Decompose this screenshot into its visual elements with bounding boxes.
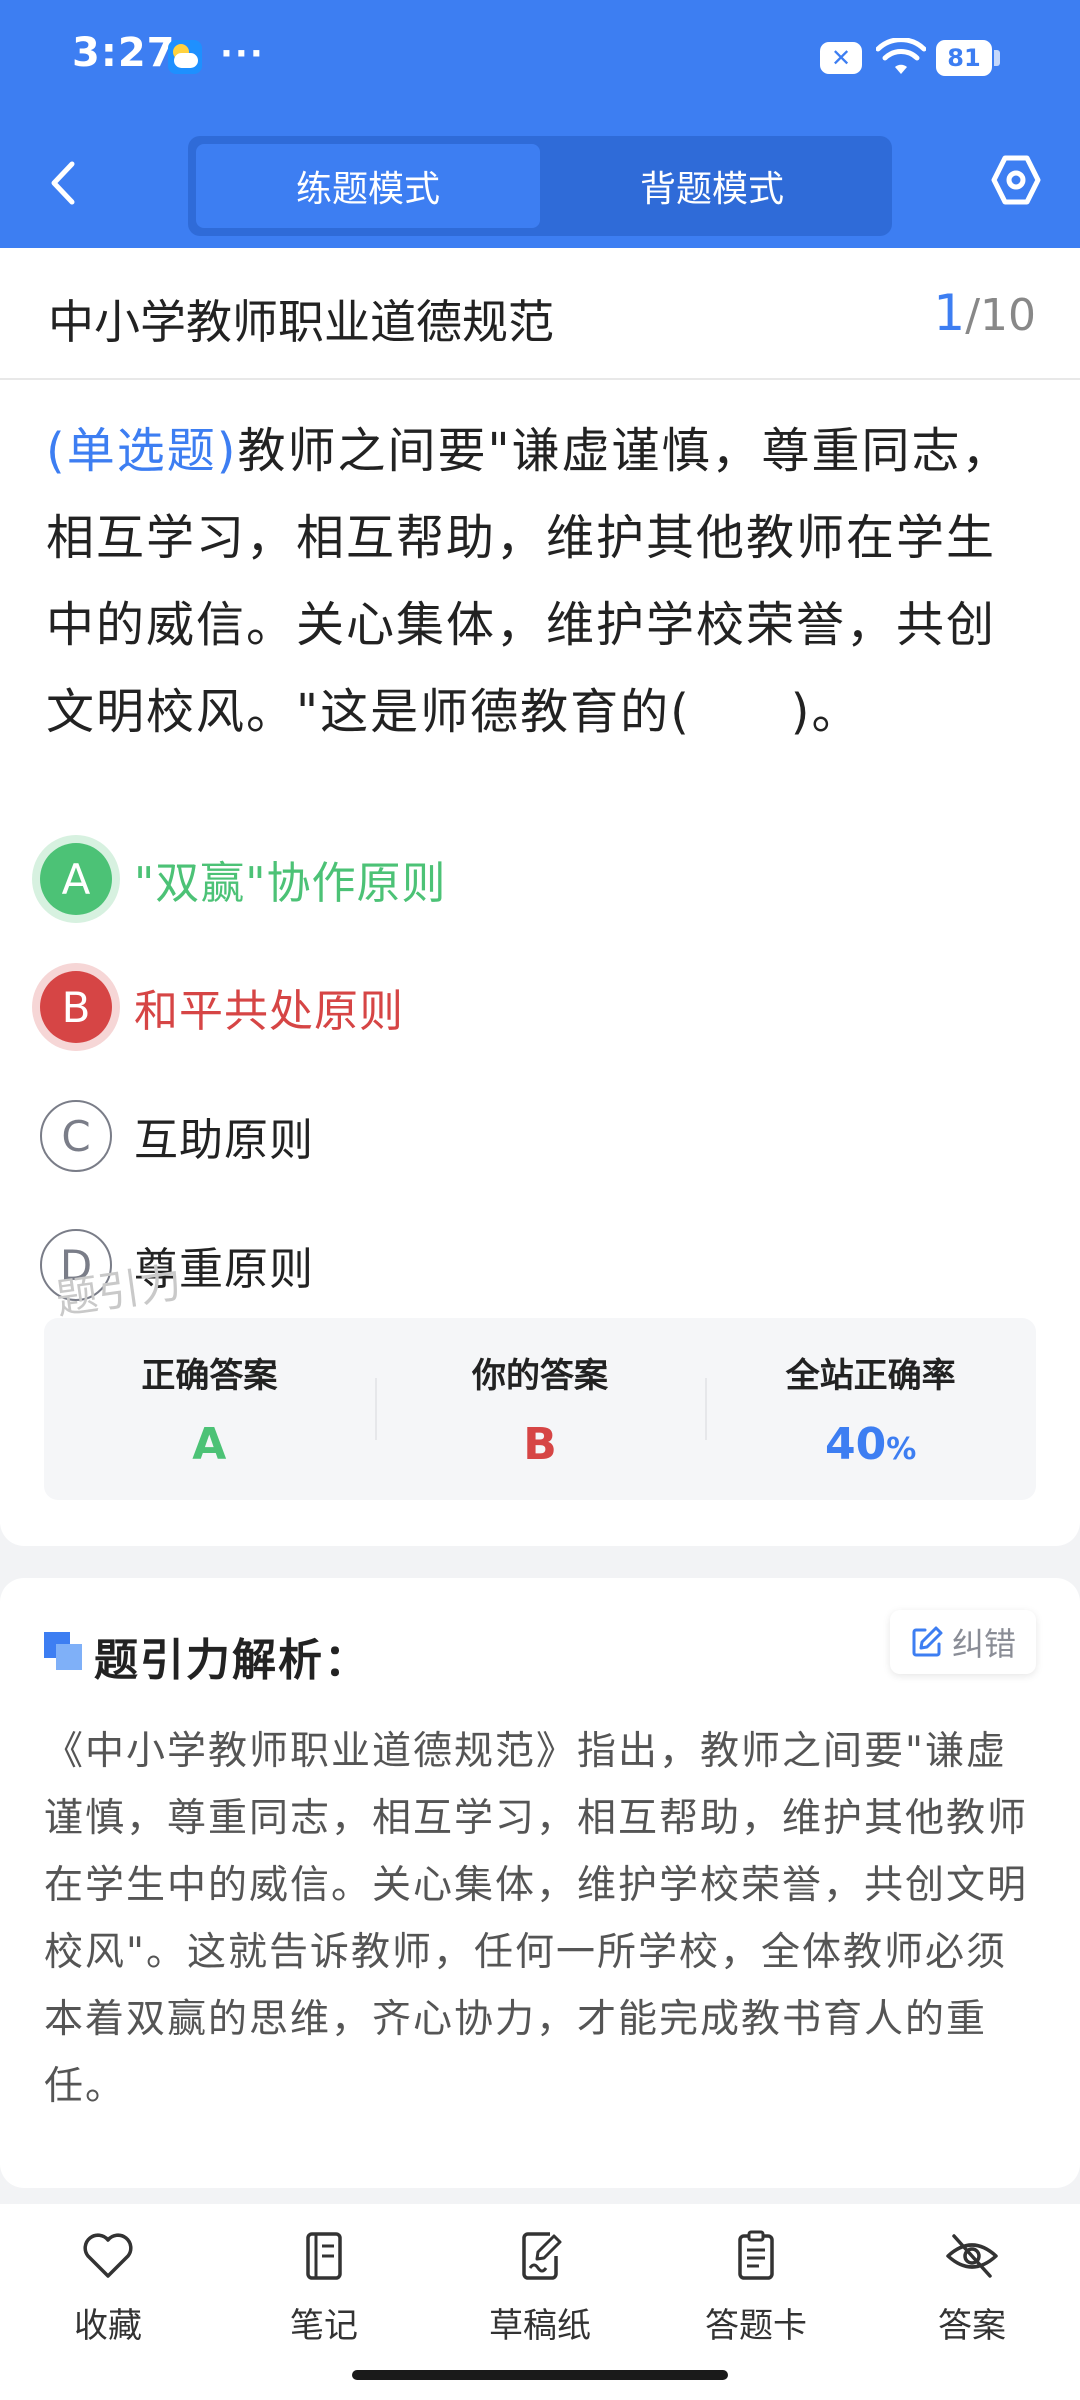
battery-icon: 81	[936, 40, 992, 76]
subject-title: 中小学教师职业道德规范	[48, 295, 554, 349]
wifi-icon	[876, 38, 926, 74]
tab-practice-mode[interactable]: 练题模式	[196, 144, 540, 228]
question-progress: 1/10	[933, 284, 1036, 342]
answer-toggle-button[interactable]: 答案	[864, 2204, 1080, 2400]
option-d[interactable]: D 尊重原则	[40, 1220, 1040, 1310]
subject-row: 中小学教师职业道德规范 1/10	[0, 248, 1080, 380]
option-label: "双赢"协作原则	[134, 858, 447, 909]
edit-icon	[912, 1626, 943, 1657]
draft-icon	[522, 2232, 562, 2280]
quiz-page: 3:27 ··· ✕ 81 练题模式 背题模式 中小学教师职业道德规范 1/10…	[0, 0, 1080, 2400]
tab-memorize-mode[interactable]: 背题模式	[540, 144, 884, 228]
favorite-button[interactable]: 收藏	[0, 2204, 216, 2400]
mode-switch: 练题模式 背题模式	[188, 136, 892, 236]
top-bar: 3:27 ··· ✕ 81 练题模式 背题模式	[0, 0, 1080, 248]
settings-icon[interactable]	[988, 152, 1044, 208]
no-sim-icon: ✕	[820, 42, 862, 74]
option-label: 和平共处原则	[134, 986, 404, 1037]
option-a[interactable]: A "双赢"协作原则	[40, 834, 1040, 924]
option-letter: A	[40, 843, 112, 915]
rate-unit: %	[886, 1432, 917, 1467]
correct-answer-label: 正确答案	[141, 1356, 278, 1396]
battery-tip	[994, 50, 1000, 66]
report-error-button[interactable]: 纠错	[889, 1610, 1036, 1674]
question-text: (单选题)教师之间要"谦虚谨慎，尊重同志，相互学习，相互帮助，维护其他教师在学生…	[46, 408, 1036, 756]
current-question-number: 1	[933, 284, 966, 342]
your-answer-label: 你的答案	[472, 1356, 608, 1396]
correct-answer-column: 正确答案 A	[44, 1318, 375, 1500]
rate-number: 40	[825, 1419, 887, 1470]
weather-icon	[168, 40, 202, 74]
home-indicator[interactable]	[352, 2370, 728, 2380]
favorite-label: 收藏	[74, 2306, 142, 2346]
analysis-title: 题引力解析：	[94, 1635, 370, 1686]
heart-icon	[83, 2233, 133, 2278]
draft-paper-label: 草稿纸	[489, 2306, 591, 2346]
option-b[interactable]: B 和平共处原则	[40, 962, 1040, 1052]
question-type: (单选题)	[46, 423, 238, 479]
accuracy-rate-value: 40%	[825, 1419, 916, 1470]
accuracy-rate-column: 全站正确率 40%	[705, 1318, 1036, 1500]
your-answer-value: B	[523, 1419, 557, 1470]
option-letter: B	[40, 971, 112, 1043]
back-icon[interactable]	[44, 158, 84, 208]
your-answer-column: 你的答案 B	[374, 1318, 706, 1500]
answer-toggle-label: 答案	[938, 2306, 1006, 2346]
analysis-body: 《中小学教师职业道德规范》指出，教师之间要"谦虚谨慎，尊重同志，相互学习，相互帮…	[44, 1729, 1029, 2109]
question-card: 中小学教师职业道德规范 1/10 (单选题)教师之间要"谦虚谨慎，尊重同志，相互…	[0, 248, 1080, 1546]
more-notifications-icon: ···	[220, 34, 265, 74]
answer-sheet-label: 答题卡	[705, 2306, 807, 2346]
total-questions: /10	[965, 290, 1036, 341]
analysis-card: 题引力解析： 纠错 《中小学教师职业道德规范》指出，教师之间要"谦虚谨慎，尊重同…	[0, 1578, 1080, 2188]
correct-answer-value: A	[192, 1419, 227, 1470]
accuracy-rate-label: 全站正确率	[785, 1356, 956, 1396]
analysis-icon	[44, 1632, 84, 1672]
notebook-icon	[306, 2232, 342, 2280]
status-time: 3:27	[72, 30, 176, 76]
clipboard-icon	[738, 2230, 774, 2280]
eye-off-icon	[946, 2234, 998, 2278]
option-letter: C	[40, 1100, 112, 1172]
answer-summary: 正确答案 A 你的答案 B 全站正确率 40%	[44, 1318, 1036, 1500]
report-error-label: 纠错	[951, 1625, 1016, 1663]
option-label: 互助原则	[134, 1115, 314, 1166]
notes-label: 笔记	[290, 2306, 358, 2346]
option-c[interactable]: C 互助原则	[40, 1091, 1040, 1181]
